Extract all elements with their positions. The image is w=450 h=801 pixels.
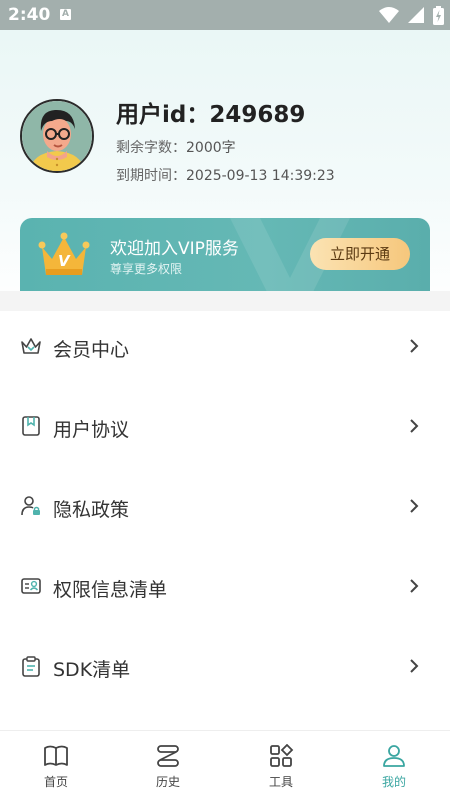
nav-label: 工具 [268, 775, 293, 789]
vip-crown-letter: V [58, 252, 70, 270]
menu-item-member-center[interactable]: 会员中心 [0, 311, 450, 391]
id-card-icon [21, 578, 41, 594]
menu-item-label: SDK清单 [53, 659, 131, 681]
nav-item-tools[interactable]: 工具 [225, 731, 337, 801]
user-id: 用户id：249689 [116, 102, 306, 128]
wifi-icon [378, 7, 399, 23]
clipboard-icon [22, 656, 40, 677]
chevron-right-icon [410, 339, 419, 353]
menu-item-label: 用户协议 [53, 419, 130, 441]
chevron-right-icon [410, 579, 419, 593]
status-time: 2:40 [8, 5, 51, 25]
expiry-time-label: 到期时间： [116, 168, 186, 184]
book-icon [44, 745, 68, 766]
chevron-right-icon [410, 419, 419, 433]
menu-item-permissions-list[interactable]: 权限信息清单 [0, 551, 450, 631]
bookmark-icon [22, 416, 40, 436]
menu-item-user-agreement[interactable]: 用户协议 [0, 391, 450, 471]
settings-menu: 会员中心 用户协议 隐私政策 权限信息清单 SDK清单 [0, 311, 450, 711]
tools-grid-icon [270, 744, 294, 767]
remaining-words-value: 2000字 [186, 140, 236, 156]
profile-icon [383, 745, 405, 767]
menu-item-label: 隐私政策 [53, 499, 130, 521]
vip-open-button[interactable]: 立即开通 [310, 238, 410, 270]
nav-item-home[interactable]: 首页 [0, 731, 112, 801]
nav-item-mine[interactable]: 我的 [338, 731, 450, 801]
status-bar: 2:40 A [0, 0, 450, 30]
remaining-words-line: 剩余字数：2000字 [116, 137, 236, 157]
notification-badge: A [60, 9, 71, 20]
section-divider [0, 291, 450, 311]
signal-icon [407, 7, 424, 23]
nav-label: 首页 [43, 775, 68, 789]
history-icon [157, 745, 179, 767]
user-lock-icon [21, 496, 40, 516]
nav-label: 我的 [381, 775, 406, 789]
expiry-time-value: 2025-09-13 14:39:23 [186, 168, 335, 184]
vip-title: 欢迎加入VIP服务 [110, 239, 239, 259]
menu-item-privacy-policy[interactable]: 隐私政策 [0, 471, 450, 551]
menu-item-label: 会员中心 [53, 339, 130, 361]
bottom-navigation: 首页 历史 工具 我的 [0, 730, 450, 801]
vip-banner[interactable]: V 欢迎加入VIP服务 尊享更多权限 立即开通 [20, 218, 430, 291]
menu-item-label: 权限信息清单 [53, 579, 168, 601]
menu-item-sdk-list[interactable]: SDK清单 [0, 631, 450, 711]
chevron-right-icon [410, 659, 419, 673]
avatar-illustration-icon [22, 101, 92, 171]
chevron-right-icon [410, 499, 419, 513]
status-icons [375, 6, 444, 25]
nav-label: 历史 [155, 775, 180, 789]
remaining-words-label: 剩余字数： [116, 140, 186, 156]
battery-icon [433, 6, 444, 25]
vip-subtitle: 尊享更多权限 [110, 262, 183, 276]
nav-item-history[interactable]: 历史 [112, 731, 224, 801]
expiry-time-line: 到期时间：2025-09-13 14:39:23 [116, 165, 335, 185]
crown-icon [21, 338, 41, 354]
avatar[interactable] [20, 99, 94, 173]
